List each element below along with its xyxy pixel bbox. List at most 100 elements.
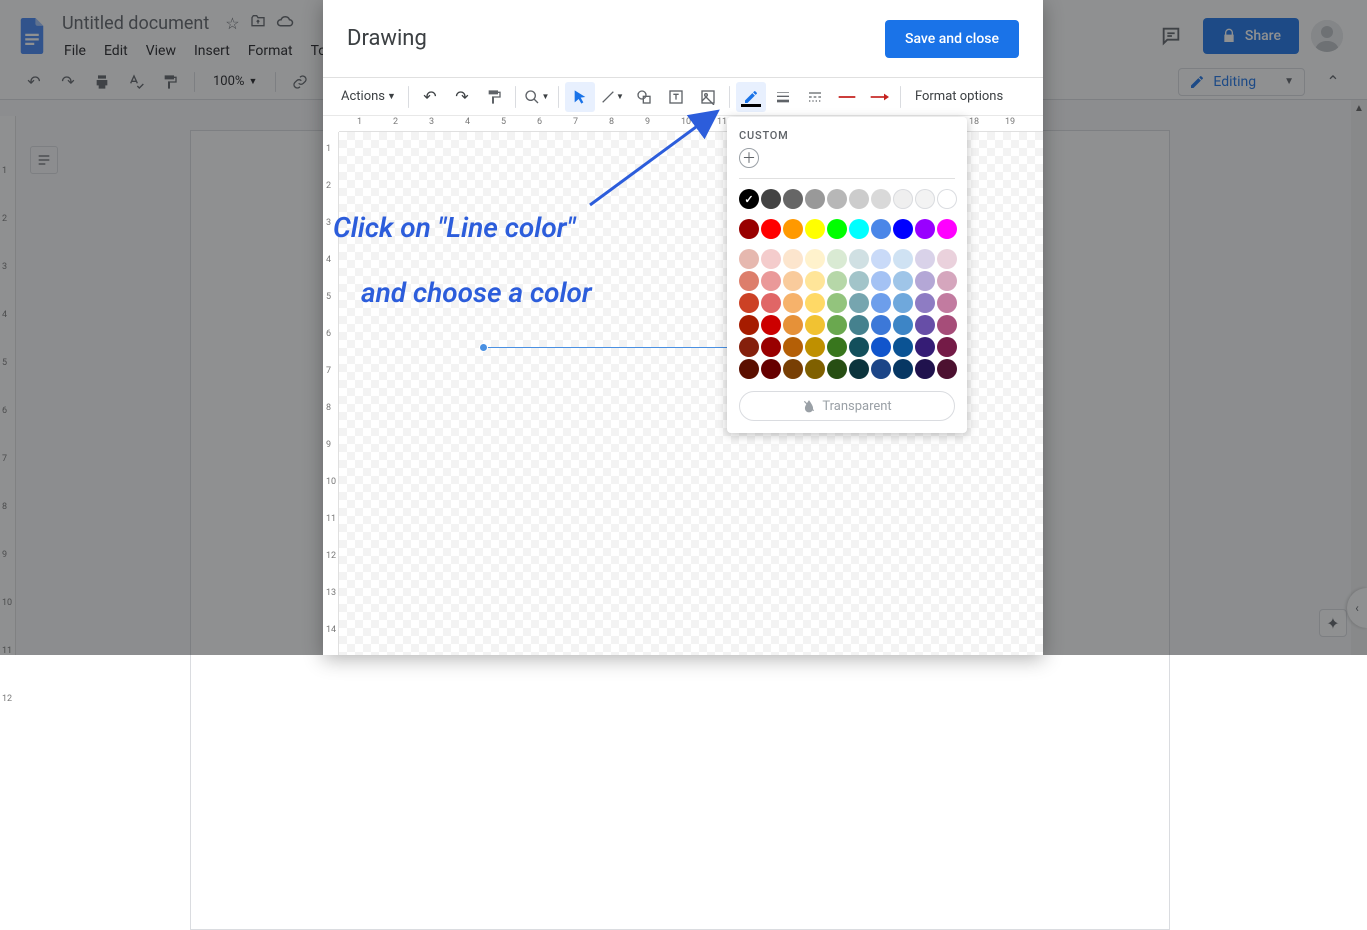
color-swatch[interactable] <box>937 249 957 269</box>
shape-tool-icon[interactable] <box>629 82 659 112</box>
color-swatch[interactable] <box>893 219 913 239</box>
color-swatch[interactable] <box>827 219 847 239</box>
select-tool-icon[interactable] <box>565 82 595 112</box>
color-swatch[interactable] <box>827 271 847 291</box>
actions-menu[interactable]: Actions▼ <box>335 85 402 108</box>
color-swatch[interactable] <box>739 293 759 313</box>
color-swatch[interactable] <box>893 359 913 379</box>
color-swatch[interactable] <box>915 219 935 239</box>
color-swatch[interactable] <box>739 219 759 239</box>
color-swatch[interactable] <box>827 337 847 357</box>
color-swatch[interactable] <box>937 359 957 379</box>
line-handle-start[interactable] <box>479 343 488 352</box>
color-swatch[interactable] <box>739 359 759 379</box>
color-swatch[interactable] <box>761 315 781 335</box>
color-swatch[interactable] <box>827 315 847 335</box>
color-swatch[interactable] <box>827 189 847 209</box>
color-swatch[interactable] <box>871 359 891 379</box>
color-swatch[interactable] <box>937 219 957 239</box>
color-swatch[interactable] <box>893 293 913 313</box>
color-swatch[interactable] <box>937 189 957 209</box>
color-swatch[interactable] <box>761 293 781 313</box>
color-swatch[interactable] <box>871 219 891 239</box>
color-swatch[interactable] <box>783 249 803 269</box>
color-swatch[interactable] <box>849 359 869 379</box>
color-swatch[interactable] <box>937 271 957 291</box>
color-swatch[interactable] <box>805 249 825 269</box>
color-swatch[interactable] <box>871 315 891 335</box>
color-swatch[interactable] <box>783 359 803 379</box>
color-swatch[interactable] <box>893 249 913 269</box>
color-swatch[interactable] <box>915 189 935 209</box>
color-swatch[interactable] <box>739 249 759 269</box>
color-swatch[interactable] <box>805 337 825 357</box>
color-swatch[interactable] <box>871 189 891 209</box>
color-swatch[interactable] <box>805 189 825 209</box>
textbox-tool-icon[interactable] <box>661 82 691 112</box>
color-swatch[interactable] <box>937 315 957 335</box>
color-swatch[interactable] <box>915 249 935 269</box>
color-swatch[interactable] <box>915 293 935 313</box>
color-swatch[interactable] <box>849 337 869 357</box>
color-swatch[interactable] <box>849 249 869 269</box>
zoom-icon[interactable]: ▼ <box>522 82 552 112</box>
color-swatch[interactable] <box>871 293 891 313</box>
color-swatch[interactable] <box>739 189 759 209</box>
color-swatch[interactable] <box>739 337 759 357</box>
color-swatch[interactable] <box>761 189 781 209</box>
color-swatch[interactable] <box>893 189 913 209</box>
color-swatch[interactable] <box>827 293 847 313</box>
save-and-close-button[interactable]: Save and close <box>885 20 1019 58</box>
color-swatch[interactable] <box>783 337 803 357</box>
image-tool-icon[interactable] <box>693 82 723 112</box>
color-swatch[interactable] <box>783 271 803 291</box>
color-swatch[interactable] <box>937 337 957 357</box>
line-start-icon[interactable] <box>832 82 862 112</box>
color-swatch[interactable] <box>849 271 869 291</box>
color-swatch[interactable] <box>783 315 803 335</box>
line-end-icon[interactable] <box>864 82 894 112</box>
line-color-button[interactable] <box>736 82 766 112</box>
paint-format-icon[interactable] <box>479 82 509 112</box>
color-swatch[interactable] <box>761 249 781 269</box>
color-swatch[interactable] <box>805 293 825 313</box>
undo-icon[interactable]: ↶ <box>415 82 445 112</box>
color-swatch[interactable] <box>739 271 759 291</box>
add-custom-color-button[interactable]: ＋ <box>739 148 759 168</box>
color-swatch[interactable] <box>915 337 935 357</box>
color-swatch[interactable] <box>893 315 913 335</box>
color-swatch[interactable] <box>783 189 803 209</box>
color-swatch[interactable] <box>827 249 847 269</box>
color-swatch[interactable] <box>739 315 759 335</box>
color-swatch[interactable] <box>805 359 825 379</box>
color-swatch[interactable] <box>761 271 781 291</box>
color-swatch[interactable] <box>871 271 891 291</box>
color-swatch[interactable] <box>761 337 781 357</box>
format-options-button[interactable]: Format options <box>907 85 1011 108</box>
color-swatch[interactable] <box>805 219 825 239</box>
color-swatch[interactable] <box>805 271 825 291</box>
color-swatch[interactable] <box>849 315 869 335</box>
line-weight-icon[interactable] <box>768 82 798 112</box>
color-swatch[interactable] <box>849 219 869 239</box>
color-swatch[interactable] <box>761 219 781 239</box>
color-swatch[interactable] <box>871 249 891 269</box>
color-swatch[interactable] <box>915 359 935 379</box>
color-swatch[interactable] <box>761 359 781 379</box>
color-swatch[interactable] <box>915 271 935 291</box>
line-tool-icon[interactable]: ▼ <box>597 82 627 112</box>
color-swatch[interactable] <box>783 219 803 239</box>
line-dash-icon[interactable] <box>800 82 830 112</box>
transparent-button[interactable]: Transparent <box>739 391 955 421</box>
color-swatch[interactable] <box>805 315 825 335</box>
color-swatch[interactable] <box>871 337 891 357</box>
color-swatch[interactable] <box>783 293 803 313</box>
color-swatch[interactable] <box>849 189 869 209</box>
color-swatch[interactable] <box>849 293 869 313</box>
color-swatch[interactable] <box>937 293 957 313</box>
color-swatch[interactable] <box>893 271 913 291</box>
color-swatch[interactable] <box>827 359 847 379</box>
color-swatch[interactable] <box>893 337 913 357</box>
redo-icon[interactable]: ↷ <box>447 82 477 112</box>
color-swatch[interactable] <box>915 315 935 335</box>
